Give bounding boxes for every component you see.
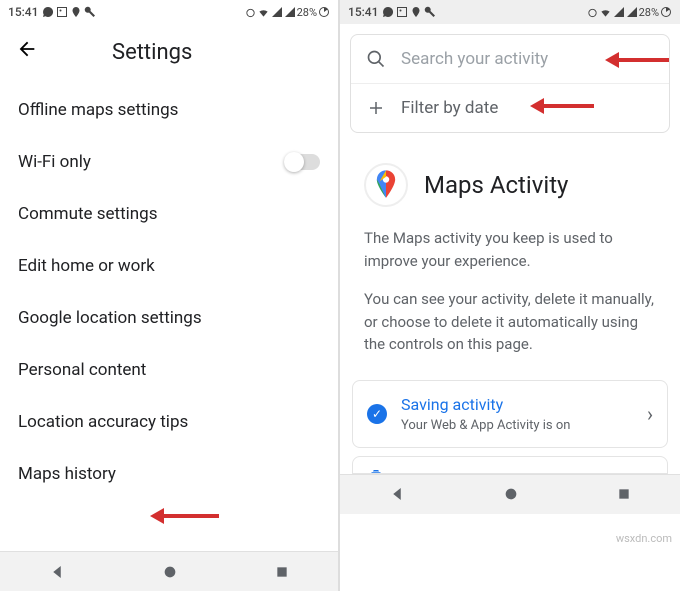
appbar: Settings bbox=[0, 24, 338, 80]
signal-icon bbox=[272, 7, 282, 17]
nav-back-icon[interactable] bbox=[48, 563, 66, 581]
image-icon bbox=[396, 6, 408, 18]
activity-heading: Maps Activity bbox=[424, 171, 568, 199]
search-row[interactable]: Search your activity bbox=[351, 35, 669, 84]
battery-text: 28% bbox=[297, 6, 317, 19]
auto-delete-card[interactable] bbox=[352, 456, 668, 474]
toggle-switch[interactable] bbox=[284, 154, 320, 170]
wrench-icon bbox=[84, 6, 96, 18]
alarm-icon bbox=[587, 7, 598, 18]
nav-home-icon[interactable] bbox=[503, 486, 519, 502]
activity-para1: The Maps activity you keep is used to im… bbox=[364, 227, 656, 272]
wifi-icon bbox=[599, 7, 612, 18]
setting-commute[interactable]: Commute settings bbox=[0, 188, 338, 240]
phone-right: 15:41 28% Search your activity Filter by… bbox=[340, 0, 680, 591]
signal-icon bbox=[614, 7, 624, 17]
wifi-icon bbox=[257, 7, 270, 18]
battery-icon bbox=[318, 6, 330, 18]
phone-left: 15:41 28% Settings Offline maps settings… bbox=[0, 0, 340, 591]
activity-header: Maps Activity bbox=[340, 133, 680, 227]
battery-icon bbox=[660, 6, 672, 18]
signal-icon bbox=[627, 7, 637, 17]
activity-body: The Maps activity you keep is used to im… bbox=[340, 227, 680, 372]
saving-title: Saving activity bbox=[401, 395, 633, 414]
setting-personal[interactable]: Personal content bbox=[0, 344, 338, 396]
whatsapp-icon bbox=[42, 6, 54, 18]
saving-activity-card[interactable]: ✓ Saving activity Your Web & App Activit… bbox=[352, 380, 668, 448]
chevron-right-icon: › bbox=[647, 402, 653, 426]
navbar-right bbox=[340, 474, 680, 514]
watermark-text: wsxdn.com bbox=[616, 532, 672, 545]
page-title: Settings bbox=[112, 40, 192, 65]
nav-home-icon[interactable] bbox=[162, 564, 178, 580]
filter-row[interactable]: Filter by date bbox=[351, 84, 669, 132]
setting-home-work[interactable]: Edit home or work bbox=[0, 240, 338, 292]
battery-text: 28% bbox=[639, 6, 659, 19]
trash-icon bbox=[367, 467, 385, 474]
location-icon bbox=[410, 6, 422, 18]
alarm-icon bbox=[245, 7, 256, 18]
nav-recent-icon[interactable] bbox=[616, 486, 632, 502]
setting-maps-history[interactable]: Maps history bbox=[0, 448, 338, 500]
activity-para2: You can see your activity, delete it man… bbox=[364, 288, 656, 356]
saving-subtitle: Your Web & App Activity is on bbox=[401, 418, 633, 433]
image-icon bbox=[56, 6, 68, 18]
search-placeholder: Search your activity bbox=[401, 49, 548, 69]
setting-wifi-only[interactable]: Wi-Fi only bbox=[0, 136, 338, 188]
nav-back-icon[interactable] bbox=[388, 485, 406, 503]
back-arrow-icon[interactable] bbox=[16, 38, 38, 66]
navbar-left bbox=[0, 551, 338, 591]
setting-accuracy[interactable]: Location accuracy tips bbox=[0, 396, 338, 448]
statusbar-right: 15:41 28% bbox=[340, 0, 680, 24]
search-icon bbox=[365, 49, 387, 69]
filter-label: Filter by date bbox=[401, 98, 498, 118]
signal-icon bbox=[285, 7, 295, 17]
settings-list: Offline maps settings Wi-Fi only Commute… bbox=[0, 80, 338, 551]
maps-logo-icon bbox=[364, 163, 408, 207]
plus-icon bbox=[365, 99, 387, 117]
statusbar-left: 15:41 28% bbox=[0, 0, 338, 24]
setting-offline-maps[interactable]: Offline maps settings bbox=[0, 84, 338, 136]
whatsapp-icon bbox=[382, 6, 394, 18]
setting-location[interactable]: Google location settings bbox=[0, 292, 338, 344]
status-time: 15:41 bbox=[348, 5, 378, 19]
status-time: 15:41 bbox=[8, 5, 38, 19]
wrench-icon bbox=[424, 6, 436, 18]
search-card: Search your activity Filter by date bbox=[350, 34, 670, 133]
nav-recent-icon[interactable] bbox=[274, 564, 290, 580]
check-icon: ✓ bbox=[367, 404, 387, 424]
location-icon bbox=[70, 6, 82, 18]
